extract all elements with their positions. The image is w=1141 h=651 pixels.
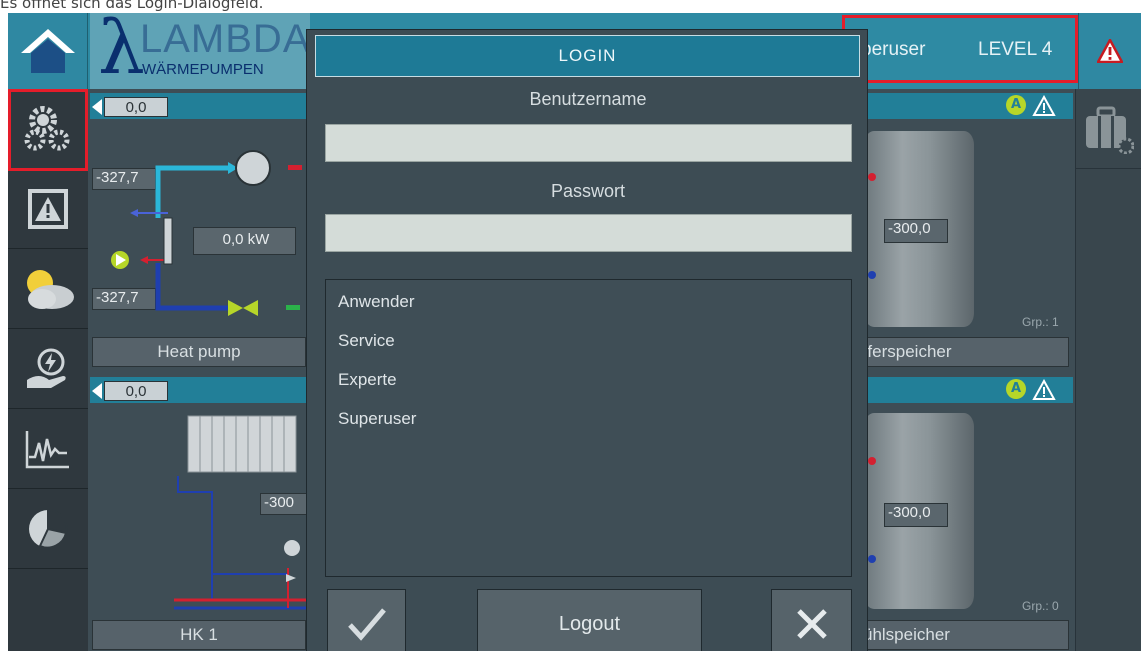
pie-chart-icon: [29, 508, 68, 549]
sidebar-item-empty: [8, 569, 88, 651]
sidebar: [8, 89, 88, 651]
logo-text: LAMBDA: [140, 17, 310, 61]
alarm-button[interactable]: [1078, 13, 1141, 89]
home-button[interactable]: [8, 13, 88, 89]
service-case-button[interactable]: [1076, 91, 1141, 169]
app-window: λ LAMBDA WÄRMEPUMPEN peruser LEVEL 4 0,0…: [8, 13, 1141, 651]
auto-mode-icon: A: [1006, 379, 1026, 399]
user-list-item[interactable]: Service: [338, 331, 395, 351]
lambda-logo: λ LAMBDA WÄRMEPUMPEN: [90, 13, 310, 89]
sidebar-item-trend[interactable]: [8, 409, 88, 489]
heatpump-label[interactable]: Heat pump: [92, 337, 306, 367]
user-list: Anwender Service Experte Superuser: [325, 279, 852, 577]
password-label: Passwort: [550, 181, 626, 201]
alarm-log-icon: [28, 188, 68, 229]
bar-arrow-icon: [92, 383, 102, 399]
cold-sensor-dot: [868, 271, 876, 279]
logout-button[interactable]: Logout: [477, 589, 702, 651]
trend-chart-icon: [25, 430, 69, 468]
hk1-label[interactable]: HK 1: [92, 620, 306, 650]
cold-sensor-dot: [868, 555, 876, 563]
caption-text: Es öffnet sich das Login-Dialogfeld.: [0, 0, 264, 12]
warning-icon: [1097, 39, 1123, 63]
sidebar-item-alarm-log[interactable]: [8, 169, 88, 249]
hk1-temp: -300: [260, 493, 308, 515]
hot-sensor-dot: [868, 173, 876, 181]
confirm-button[interactable]: [327, 589, 406, 651]
hot-sensor-dot: [868, 457, 876, 465]
home-icon: [20, 29, 75, 73]
sidebar-item-weather[interactable]: [8, 249, 88, 329]
checkmark-icon: [347, 608, 386, 641]
weather-icon: [27, 269, 74, 309]
cooling-group: Grp.: 0: [1022, 599, 1059, 613]
buffer-label[interactable]: fferspeicher: [860, 337, 1069, 367]
username-label: Benutzername: [529, 89, 647, 109]
heatpump-bar-value: 0,0: [104, 97, 168, 117]
warning-icon: [1032, 95, 1056, 116]
logo-lambda-glyph: λ: [98, 13, 145, 89]
warning-icon: [1032, 379, 1056, 400]
bar-arrow-icon: [92, 99, 102, 115]
buffer-temp: -300,0: [884, 219, 948, 243]
settings-highlight: [8, 89, 88, 171]
dialog-title: LOGIN: [315, 35, 860, 77]
password-field[interactable]: [325, 214, 852, 252]
auto-mode-icon: A: [1006, 95, 1026, 115]
energy-hand-icon: [27, 348, 66, 388]
buffer-group: Grp.: 1: [1022, 315, 1059, 329]
sidebar-item-energy[interactable]: [8, 329, 88, 409]
heatpump-schematic: [111, 150, 302, 316]
right-toolbar: [1075, 89, 1141, 651]
cooling-label[interactable]: ühlspeicher: [860, 620, 1069, 650]
user-level-highlight: [842, 15, 1078, 83]
close-icon: [796, 609, 827, 639]
cooling-temp: -300,0: [884, 503, 948, 527]
user-list-item[interactable]: Anwender: [338, 292, 415, 312]
logo-subtext: WÄRMEPUMPEN: [142, 61, 264, 78]
user-list-item[interactable]: Experte: [338, 370, 397, 390]
username-field[interactable]: [325, 124, 852, 162]
sidebar-item-statistics[interactable]: [8, 489, 88, 569]
login-dialog: LOGIN Benutzername Passwort Anwender Ser…: [306, 29, 868, 651]
service-case-icon: [1086, 106, 1134, 154]
cancel-button[interactable]: [771, 589, 852, 651]
user-list-item[interactable]: Superuser: [338, 409, 416, 429]
hk1-bar-value: 0,0: [104, 381, 168, 401]
